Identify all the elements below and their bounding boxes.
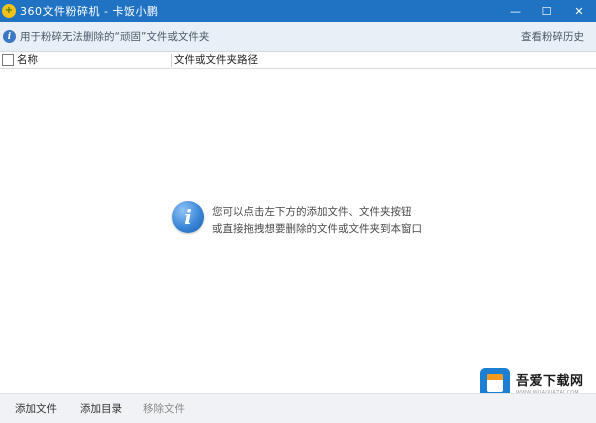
select-all-checkbox[interactable] [2, 54, 14, 66]
info-bar: i 用于粉碎无法删除的“顽固”文件或文件夹 查看粉碎历史 [0, 22, 596, 52]
minimize-button[interactable]: — [500, 0, 531, 22]
column-name[interactable]: 名称 [17, 52, 38, 69]
add-file-button[interactable]: 添加文件 [15, 394, 57, 423]
app-logo-icon: + [2, 4, 16, 18]
info-message: 用于粉碎无法删除的“顽固”文件或文件夹 [20, 31, 210, 43]
window-controls: — ☐ ✕ [500, 0, 596, 22]
file-list-area[interactable]: i 您可以点击左下方的添加文件、文件夹按钮 或直接拖拽想要删除的文件或文件夹到本… [0, 69, 596, 393]
add-directory-button[interactable]: 添加目录 [80, 394, 122, 423]
info-large-icon: i [172, 201, 204, 233]
window-title: 360文件粉碎机 - 卡饭小鹏 [20, 5, 159, 18]
column-header: 名称 文件或文件夹路径 [0, 52, 596, 69]
maximize-button[interactable]: ☐ [531, 0, 562, 22]
close-button[interactable]: ✕ [562, 0, 596, 22]
remove-file-button[interactable]: 移除文件 [143, 394, 185, 423]
hint-text-line1: 您可以点击左下方的添加文件、文件夹按钮 [212, 206, 412, 218]
column-path[interactable]: 文件或文件夹路径 [174, 52, 258, 69]
column-divider[interactable] [171, 54, 172, 67]
info-icon: i [3, 30, 16, 43]
watermark-title: 吾爱下载网 [516, 374, 584, 389]
footer-toolbar: 添加文件 添加目录 移除文件 [0, 393, 596, 423]
view-history-link[interactable]: 查看粉碎历史 [521, 22, 584, 52]
title-bar: + 360文件粉碎机 - 卡饭小鹏 — ☐ ✕ [0, 0, 596, 22]
hint-text-line2: 或直接拖拽想要删除的文件或文件夹到本窗口 [212, 223, 422, 235]
